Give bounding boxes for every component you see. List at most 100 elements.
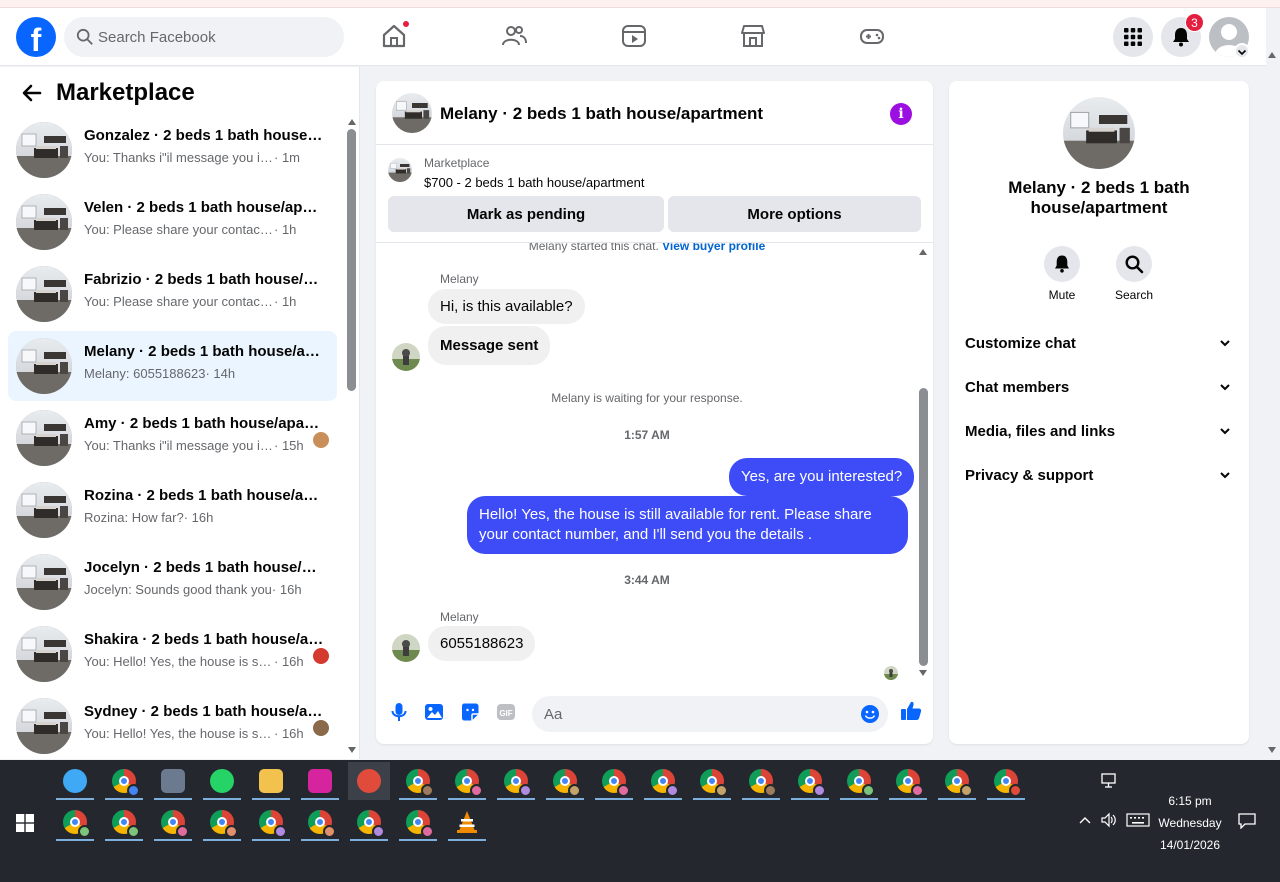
conversation-list-scrollbar[interactable] <box>347 129 356 391</box>
conversation-item[interactable]: Jocelyn · 2 beds 1 bath house/apartment J… <box>8 547 337 617</box>
conversation-item[interactable]: Rozina · 2 beds 1 bath house/apartment Ro… <box>8 475 337 545</box>
details-section-row[interactable]: Customize chat <box>957 323 1241 363</box>
gif-icon[interactable]: GIF <box>495 701 517 723</box>
keyboard-icon[interactable] <box>1126 813 1150 827</box>
listing-title[interactable]: $700 - 2 beds 1 bath house/apartment <box>424 175 644 190</box>
account-chevron-down-icon[interactable] <box>1234 43 1250 59</box>
chrome-app-icon[interactable] <box>103 762 145 800</box>
video-icon[interactable] <box>620 22 648 50</box>
facebook-logo-icon[interactable]: f <box>16 17 56 57</box>
instagram-app-icon[interactable] <box>299 762 341 800</box>
chrome-profile-app-icon[interactable] <box>152 803 194 841</box>
vlc-app-icon[interactable] <box>446 803 488 841</box>
chrome-profile-app-icon[interactable] <box>446 762 488 800</box>
details-section-row[interactable]: Chat members <box>957 367 1241 407</box>
chrome-profile-app-icon[interactable] <box>103 803 145 841</box>
gaming-icon[interactable] <box>858 22 886 50</box>
seen-avatar <box>313 432 329 448</box>
whatsapp-app-icon[interactable] <box>201 762 243 800</box>
search-action[interactable]: Search <box>1104 246 1164 302</box>
conversation-item[interactable]: Melany · 2 beds 1 bath house/apartment Me… <box>8 331 337 401</box>
page-scroll-up-arrow[interactable] <box>1268 52 1276 58</box>
marketplace-icon[interactable] <box>739 22 767 50</box>
chrome-profile-app-icon[interactable] <box>789 762 831 800</box>
search-in-chat-button[interactable] <box>1116 246 1152 282</box>
details-avatar[interactable] <box>1063 97 1135 169</box>
conversation-item[interactable]: Fabrizio · 2 beds 1 bath house/apartment… <box>8 259 337 329</box>
chrome-profile-app-icon[interactable] <box>397 803 439 841</box>
listing-thumbnail[interactable] <box>388 158 412 182</box>
search-input[interactable] <box>98 17 328 57</box>
chat-listing-avatar[interactable] <box>392 93 432 133</box>
chrome-profile-app-icon[interactable] <box>495 762 537 800</box>
scroll-up-arrow[interactable] <box>348 119 356 125</box>
conversation-item[interactable]: Gonzalez · 2 beds 1 bath house/apartment… <box>8 115 337 185</box>
conversation-thumbnail <box>16 554 72 610</box>
system-clock[interactable]: 6:15 pm Wednesday 14/01/2026 <box>1152 790 1228 856</box>
network-icon[interactable] <box>1101 773 1119 789</box>
conversation-item[interactable]: Amy · 2 beds 1 bath house/apartment You: … <box>8 403 337 473</box>
show-hidden-icons-chevron-up-icon[interactable] <box>1079 815 1091 825</box>
conversation-item[interactable]: Shakira · 2 beds 1 bath house/apartment Y… <box>8 619 337 689</box>
chat-scroll-up-arrow[interactable] <box>919 249 927 255</box>
sticker-icon[interactable] <box>459 701 481 723</box>
mark-as-pending-button[interactable]: Mark as pending <box>388 196 664 232</box>
running-indicator <box>154 798 192 800</box>
chat-title[interactable]: Melany · 2 beds 1 bath house/apartment <box>440 104 763 124</box>
emoji-icon[interactable] <box>860 704 880 724</box>
conversation-item[interactable]: Velen · 2 beds 1 bath house/apartment You… <box>8 187 337 257</box>
chrome-profile-app-icon[interactable] <box>740 762 782 800</box>
volume-icon[interactable] <box>1100 812 1118 828</box>
home-icon[interactable] <box>380 20 410 50</box>
info-icon[interactable]: i <box>890 103 912 125</box>
chrome-profile-app-icon[interactable] <box>250 803 292 841</box>
chrome-profile-app-icon[interactable] <box>348 803 390 841</box>
chrome-profile-app-icon[interactable] <box>544 762 586 800</box>
back-arrow-icon[interactable] <box>20 81 44 105</box>
search-box[interactable] <box>64 17 344 57</box>
friends-icon[interactable] <box>500 22 528 50</box>
view-buyer-profile-link[interactable]: View buyer profile <box>662 243 765 253</box>
sender-avatar[interactable] <box>392 343 420 371</box>
chevron-down-icon <box>1220 384 1230 391</box>
windows-start-icon[interactable] <box>16 814 34 832</box>
calculator-app-icon[interactable] <box>152 762 194 800</box>
chrome-profile-app-icon[interactable] <box>838 762 880 800</box>
conversation-item[interactable]: Sydney · 2 beds 1 bath house/apartment Yo… <box>8 691 337 759</box>
dropbox-app-icon[interactable] <box>54 762 96 800</box>
chrome-profile-app-icon[interactable] <box>887 762 929 800</box>
chrome-profile-app-icon[interactable] <box>201 803 243 841</box>
chrome-profile-app-icon[interactable] <box>936 762 978 800</box>
message-input[interactable] <box>544 696 844 732</box>
chrome-profile-app-icon[interactable] <box>691 762 733 800</box>
details-section-row[interactable]: Privacy & support <box>957 455 1241 495</box>
scroll-down-arrow[interactable] <box>348 747 356 753</box>
chrome-profile-app-icon[interactable] <box>593 762 635 800</box>
photo-icon[interactable] <box>423 701 445 723</box>
mute-button[interactable] <box>1044 246 1080 282</box>
mute-action[interactable]: Mute <box>1032 246 1092 302</box>
action-center-icon[interactable] <box>1238 813 1256 829</box>
chrome-icon <box>700 769 728 797</box>
search-label: Search <box>1114 288 1154 302</box>
chrome-profile-app-icon[interactable] <box>54 803 96 841</box>
page-scroll-down-arrow[interactable] <box>1268 747 1276 753</box>
chrome-profile-app-icon[interactable] <box>299 803 341 841</box>
conversation-preview: Rozina: How far?· 16h <box>84 510 306 525</box>
chrome-profile-app-icon[interactable] <box>642 762 684 800</box>
message-input-box[interactable] <box>532 696 888 732</box>
more-options-button[interactable]: More options <box>668 196 921 232</box>
clock-day: Wednesday <box>1158 816 1222 830</box>
pinned-app-icon[interactable] <box>348 762 390 800</box>
chrome-profile-app-icon[interactable] <box>397 762 439 800</box>
chrome-profile-app-icon[interactable] <box>985 762 1027 800</box>
details-section-row[interactable]: Media, files and links <box>957 411 1241 451</box>
notifications-button[interactable]: 3 <box>1161 13 1204 57</box>
menu-grid-button[interactable] <box>1113 17 1153 57</box>
microphone-icon[interactable] <box>388 701 410 723</box>
thumbs-up-icon[interactable] <box>899 699 923 723</box>
chat-scroll-down-arrow[interactable] <box>919 670 927 676</box>
chat-scrollbar[interactable] <box>919 388 928 666</box>
file-explorer-app-icon[interactable] <box>250 762 292 800</box>
sender-avatar[interactable] <box>392 634 420 662</box>
